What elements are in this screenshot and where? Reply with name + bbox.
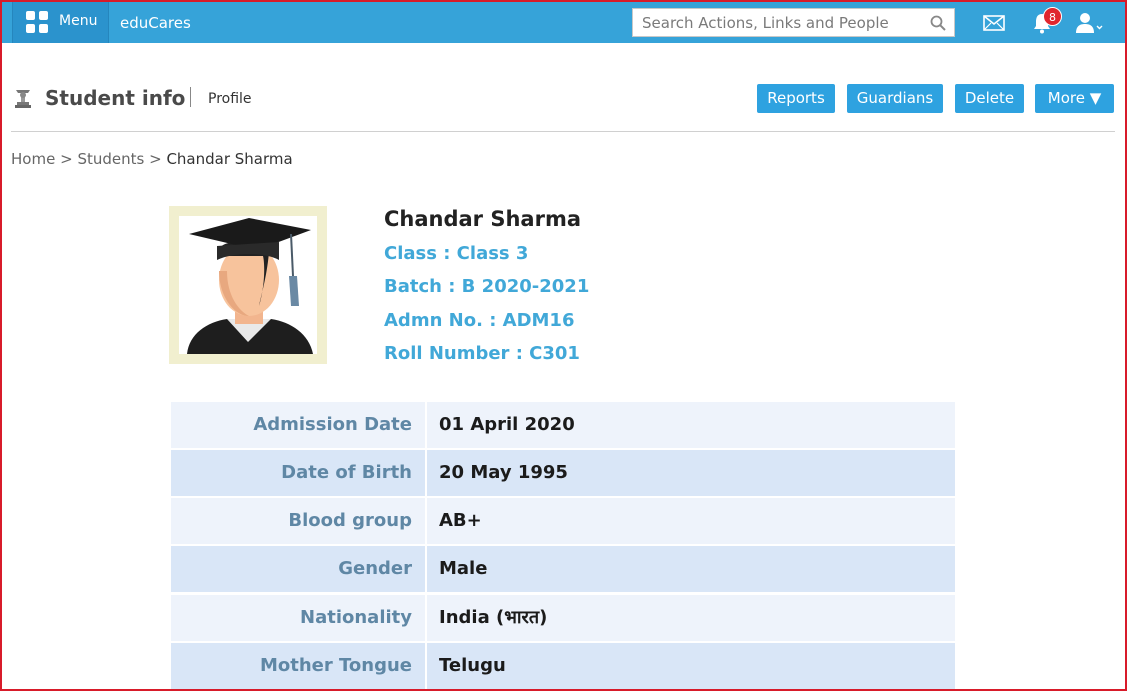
brand-link[interactable]: eduCares [120, 14, 191, 32]
detail-row-admission-date: Admission Date 01 April 2020 [171, 402, 955, 448]
more-button[interactable]: More ▼ [1035, 84, 1114, 113]
student-admission-number: Admn No. : ADM16 [384, 310, 575, 331]
student-class: Class : Class 3 [384, 243, 529, 264]
search-input[interactable] [633, 9, 932, 36]
detail-value: Male [427, 546, 955, 592]
page-subtitle: Profile [208, 91, 252, 107]
user-menu-icon[interactable] [1074, 12, 1104, 34]
menu-button[interactable]: Menu [12, 2, 109, 43]
breadcrumb-separator: > [60, 150, 73, 168]
student-trophy-icon [15, 90, 31, 108]
detail-label: Gender [171, 546, 425, 592]
search-icon[interactable] [930, 15, 946, 31]
reports-button[interactable]: Reports [757, 84, 835, 113]
detail-value: 20 May 1995 [427, 450, 955, 496]
breadcrumb: Home > Students > Chandar Sharma [11, 150, 293, 168]
detail-row-nationality: Nationality India (भारत) [171, 595, 955, 641]
page-title: Student info [45, 86, 186, 110]
detail-row-mother-tongue: Mother Tongue Telugu [171, 643, 955, 689]
student-name: Chandar Sharma [384, 207, 582, 231]
detail-row-date-of-birth: Date of Birth 20 May 1995 [171, 450, 955, 496]
title-divider [190, 87, 191, 107]
mail-icon[interactable] [983, 15, 1005, 31]
top-navbar: Menu eduCares 8 [2, 2, 1125, 43]
detail-value: Telugu [427, 643, 955, 689]
detail-label: Date of Birth [171, 450, 425, 496]
menu-label: Menu [59, 13, 98, 29]
detail-label: Mother Tongue [171, 643, 425, 689]
detail-label: Nationality [171, 595, 425, 641]
student-roll-number: Roll Number : C301 [384, 343, 580, 364]
detail-row-gender: Gender Male [171, 546, 955, 592]
detail-value: India (भारत) [427, 595, 955, 641]
notification-badge: 8 [1043, 7, 1062, 26]
breadcrumb-home[interactable]: Home [11, 150, 55, 168]
search-box [632, 8, 955, 37]
breadcrumb-current: Chandar Sharma [166, 150, 293, 168]
detail-value: 01 April 2020 [427, 402, 955, 448]
detail-label: Blood group [171, 498, 425, 544]
header-divider [11, 131, 1115, 132]
detail-label: Admission Date [171, 402, 425, 448]
detail-value: AB+ [427, 498, 955, 544]
breadcrumb-students[interactable]: Students [77, 150, 144, 168]
guardians-button[interactable]: Guardians [847, 84, 943, 113]
student-avatar [169, 206, 327, 364]
detail-row-blood-group: Blood group AB+ [171, 498, 955, 544]
grid-menu-icon [26, 11, 49, 34]
breadcrumb-separator: > [149, 150, 162, 168]
student-batch: Batch : B 2020-2021 [384, 276, 590, 297]
delete-button[interactable]: Delete [955, 84, 1024, 113]
